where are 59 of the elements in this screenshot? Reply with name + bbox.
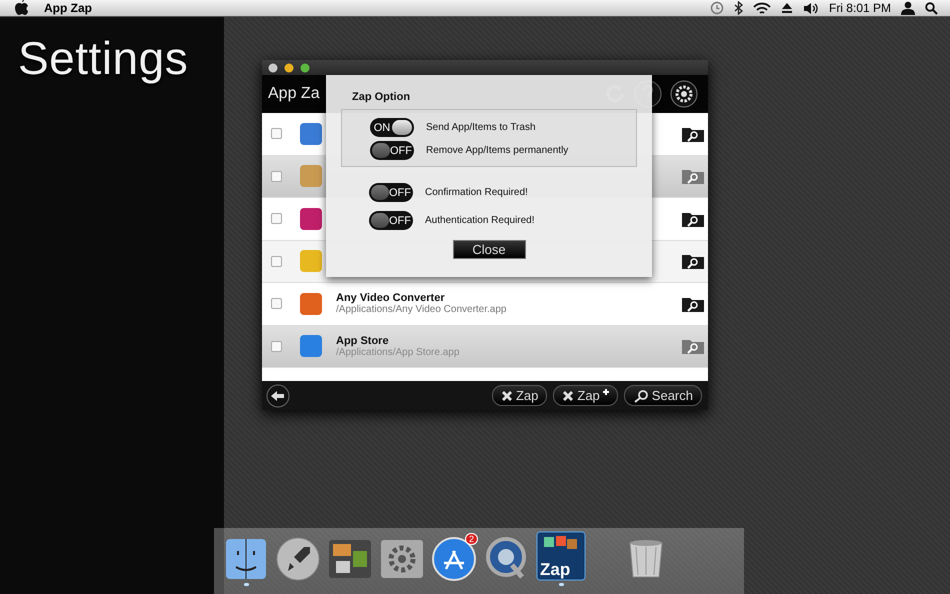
photo-collage-icon[interactable] (328, 537, 372, 581)
app-zap-icon[interactable] (536, 531, 586, 581)
x-icon (500, 390, 513, 402)
zoom-button[interactable] (300, 62, 310, 72)
bluetooth-icon[interactable] (734, 1, 743, 15)
app-menu[interactable]: App Zap (44, 1, 92, 15)
app-title: App Za (268, 85, 320, 103)
folder-search-icon[interactable] (682, 253, 704, 270)
apple-icon (14, 0, 28, 16)
app-name: App Store (336, 334, 390, 347)
checkbox[interactable] (271, 128, 282, 140)
folder-search-icon[interactable] (682, 210, 704, 227)
app-name: Any Video Converter (336, 292, 446, 304)
app-path: /Applications/Any Video Converter.app (336, 304, 508, 316)
app-icon (300, 165, 322, 188)
user-icon[interactable] (901, 1, 915, 15)
zap-plus-button[interactable]: Zap (553, 385, 618, 406)
app-icon (300, 208, 322, 230)
toggle-switch[interactable]: OFF (370, 141, 414, 160)
magnifier-q-icon[interactable] (484, 537, 528, 581)
settings-title: Settings (18, 31, 190, 85)
zap-button[interactable]: Zap (492, 385, 548, 406)
notification-badge: 2 (464, 533, 478, 545)
x-icon (562, 390, 574, 402)
app-path: /Applications/App Store.app (336, 346, 460, 358)
checkbox[interactable] (271, 256, 282, 267)
app-icon (300, 292, 322, 315)
gears-icon[interactable] (380, 537, 424, 581)
app-name: Zap (540, 560, 570, 580)
option-label: Authentication Required! (425, 215, 535, 226)
checkbox[interactable] (271, 298, 282, 310)
minimize-button[interactable] (284, 62, 294, 72)
option-label: Send App/Items to Trash (426, 122, 536, 133)
eject-icon[interactable] (780, 2, 793, 14)
toggle-switch[interactable]: OFF (369, 211, 413, 230)
checkbox[interactable] (271, 213, 282, 224)
close-button[interactable]: Close (452, 240, 526, 259)
option-label: Confirmation Required! (425, 187, 528, 198)
wifi-icon[interactable] (752, 2, 771, 14)
menu-clock[interactable]: Fri 8:01 PM (828, 1, 891, 15)
folder-search-icon[interactable] (682, 296, 704, 312)
toggle-switch[interactable]: ON (370, 118, 414, 137)
dialog-title: Zap Option (352, 91, 410, 103)
app-icon (300, 122, 322, 145)
clock-icon[interactable] (710, 1, 724, 15)
app-icon (300, 250, 322, 272)
app-store-icon[interactable] (432, 537, 476, 581)
search-icon (632, 388, 649, 402)
settings-icon[interactable] (670, 80, 698, 108)
close-button[interactable] (268, 62, 278, 72)
option-label: Remove App/Items permanently (426, 145, 568, 156)
finder-face-icon[interactable] (224, 537, 268, 581)
speaker-icon[interactable] (802, 2, 819, 14)
search-button[interactable]: Search (624, 385, 702, 406)
toggle-switch[interactable]: OFF (369, 183, 413, 202)
back-button[interactable] (266, 384, 290, 408)
search-icon[interactable] (925, 2, 938, 14)
app-icon (300, 335, 322, 358)
folder-search-icon[interactable] (682, 126, 704, 142)
